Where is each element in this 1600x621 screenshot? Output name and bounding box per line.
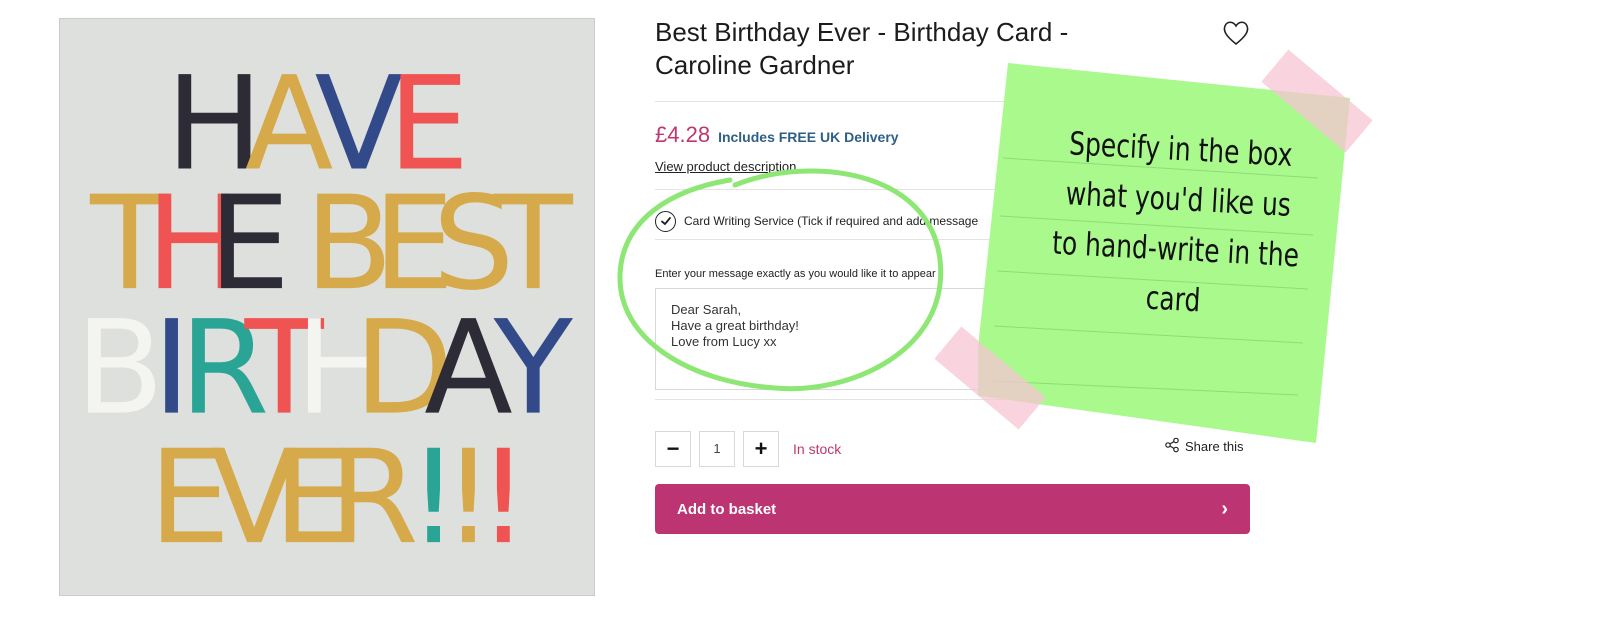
product-title: Best Birthday Ever - Birthday Card - Car…	[655, 17, 1069, 80]
share-label: Share this	[1185, 439, 1244, 454]
check-circle-icon[interactable]	[655, 210, 676, 232]
stock-status: In stock	[793, 440, 842, 457]
divider	[655, 399, 1250, 400]
svg-text:B: B	[75, 293, 164, 444]
quantity-stepper: − + In stock	[655, 430, 841, 467]
chevron-right-icon: ›	[1221, 497, 1228, 520]
decrease-quantity-button[interactable]: −	[655, 430, 691, 467]
price-row: £4.28 Includes FREE UK Delivery	[655, 122, 899, 150]
quantity-input[interactable]	[699, 430, 735, 467]
sticky-note-text: Specify in the box what you'd like us to…	[1051, 124, 1301, 320]
share-button[interactable]: Share this	[1164, 437, 1244, 456]
heart-outline-icon[interactable]	[1222, 20, 1250, 46]
card-artwork-svg: H A V E T H E B E S T B I R T H D A Y E	[75, 49, 573, 574]
svg-text:!: !	[477, 422, 529, 573]
view-description-link[interactable]: View product description	[655, 159, 796, 174]
add-to-basket-label: Add to basket	[677, 500, 777, 518]
add-to-basket-button[interactable]: Add to basket ›	[655, 484, 1250, 534]
share-icon	[1164, 437, 1180, 456]
price: £4.28	[655, 122, 711, 147]
message-label: Enter your message exactly as you would …	[655, 268, 936, 280]
card-writing-service-checkbox[interactable]: Card Writing Service (Tick if required a…	[655, 209, 978, 233]
card-artwork: H A V E T H E B E S T B I R T H D A Y E	[60, 19, 594, 595]
svg-text:R: R	[329, 422, 419, 573]
svg-text:Y: Y	[493, 293, 574, 444]
increase-quantity-button[interactable]: +	[743, 430, 779, 467]
product-image[interactable]: H A V E T H E B E S T B I R T H D A Y E	[59, 18, 595, 596]
delivery-note: Includes FREE UK Delivery	[718, 129, 899, 145]
card-writing-service-label: Card Writing Service (Tick if required a…	[684, 214, 979, 228]
divider	[655, 101, 1250, 102]
card-lettering: H A V E T H E B E S T B I R T H D A Y E	[75, 49, 573, 574]
